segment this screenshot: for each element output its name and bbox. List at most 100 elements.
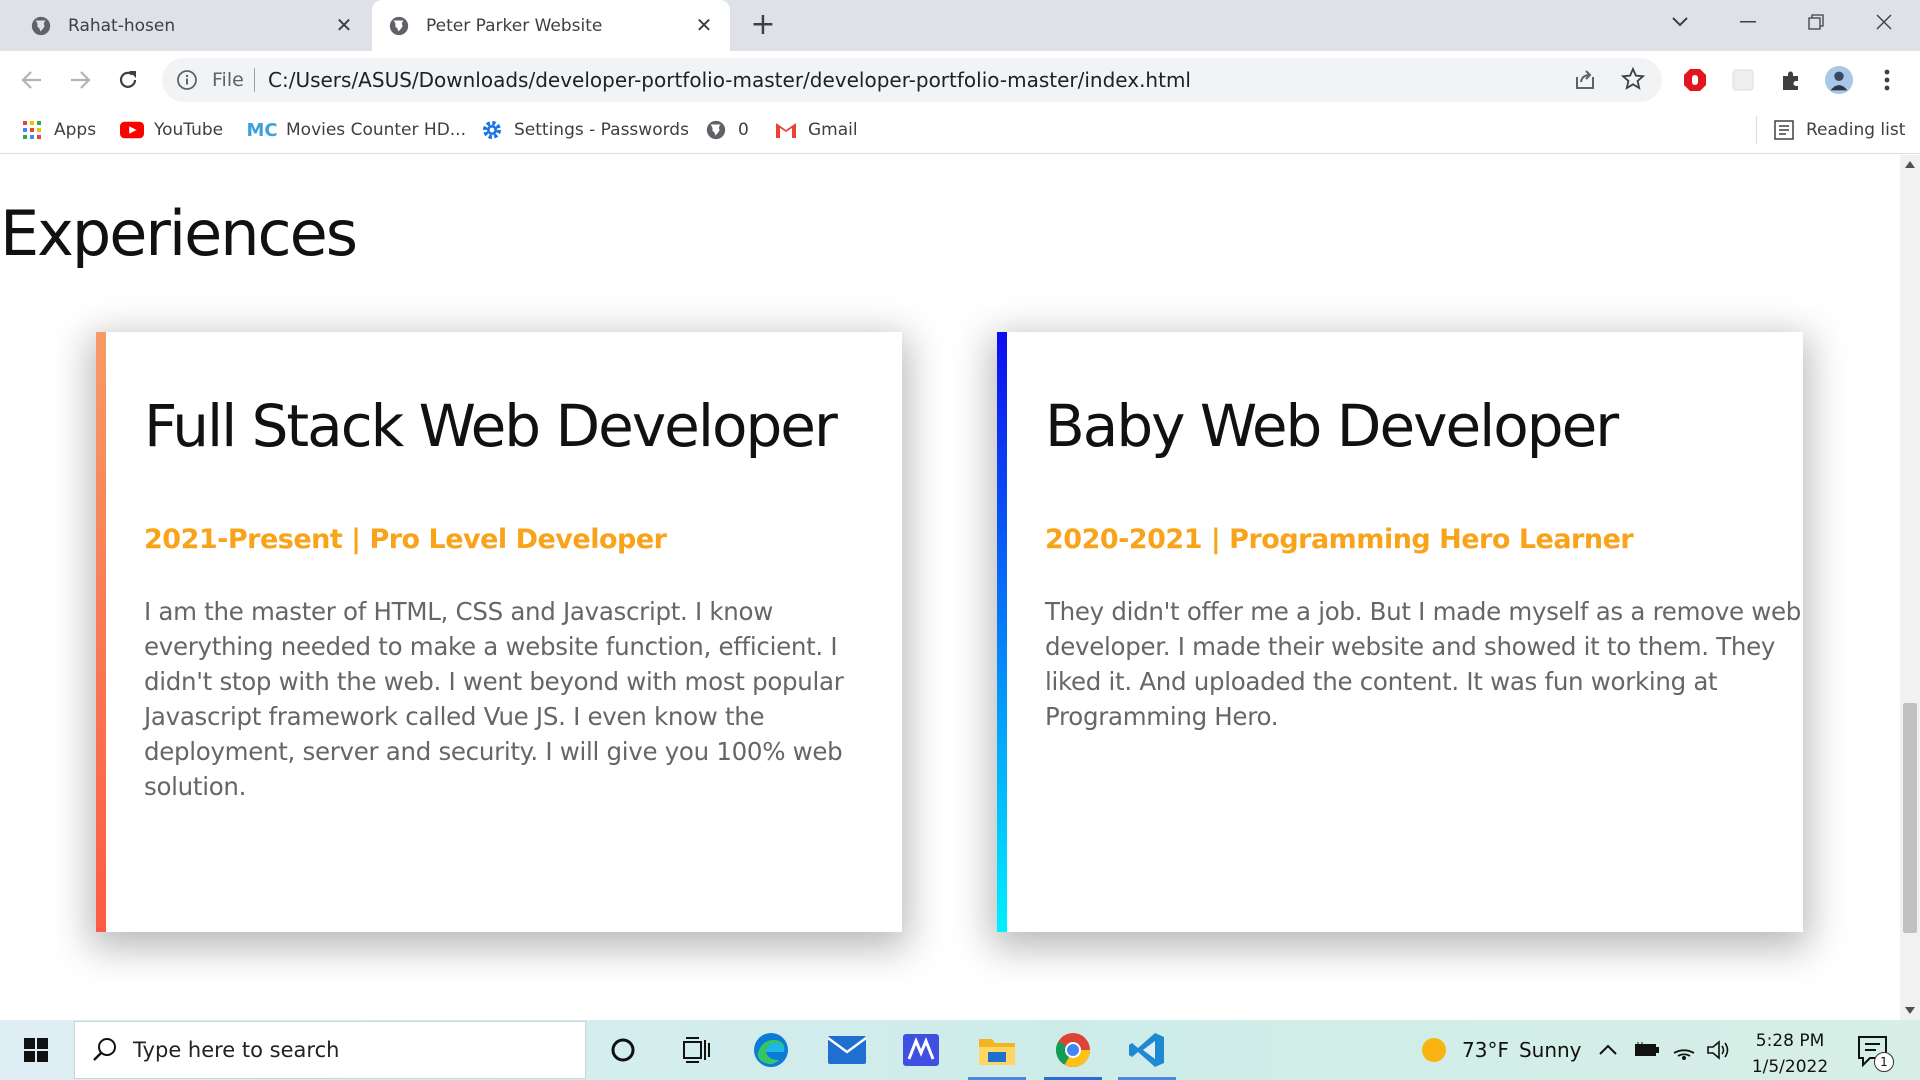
chrome-button[interactable] [1040, 1020, 1106, 1080]
scheme-label: File [212, 69, 244, 91]
battery-icon [1635, 1042, 1659, 1056]
scroll-down-arrow[interactable] [1905, 1007, 1915, 1014]
search-icon [93, 1038, 116, 1061]
close-window-button[interactable] [1856, 0, 1912, 44]
bookmarks-divider [1756, 116, 1757, 144]
weather-widget[interactable]: 73°F Sunny [1420, 1020, 1582, 1080]
notification-count-badge: 1 [1874, 1052, 1894, 1072]
vscode-button[interactable] [1114, 1020, 1180, 1080]
bookmark-zero[interactable]: 0 [704, 108, 749, 152]
tab-peter-parker-website[interactable]: Peter Parker Website ✕ [372, 0, 730, 51]
bookmark-youtube[interactable]: YouTube [120, 108, 223, 152]
clock-date: 1/5/2022 [1751, 1057, 1829, 1077]
reload-button[interactable] [110, 63, 146, 97]
close-icon[interactable]: ✕ [332, 13, 356, 37]
close-icon[interactable]: ✕ [692, 13, 716, 37]
cortana-circle-icon [611, 1038, 635, 1062]
app-button[interactable] [888, 1020, 954, 1080]
edge-icon [754, 1033, 788, 1067]
minimize-button[interactable] [1720, 0, 1776, 44]
globe-icon [389, 16, 409, 35]
new-tab-button[interactable]: + [747, 10, 779, 42]
card-description: I am the master of HTML, CSS and Javascr… [144, 597, 844, 801]
profile-avatar[interactable] [1824, 65, 1854, 95]
windows-logo-icon [24, 1038, 48, 1062]
speaker-icon [1707, 1040, 1729, 1060]
cortana-button[interactable] [590, 1020, 656, 1080]
bookmark-label: Movies Counter HD... [286, 120, 466, 140]
battery-button[interactable] [1634, 1020, 1660, 1080]
forward-button[interactable] [62, 63, 98, 97]
tab-rahat-hosen[interactable]: Rahat-hosen ✕ [0, 0, 370, 51]
bookmark-settings-passwords[interactable]: Settings - Passwords [480, 108, 689, 152]
address-divider [254, 68, 255, 92]
experience-card: Baby Web Developer 2020-2021 | Programmi… [997, 332, 1803, 932]
edge-browser-button[interactable] [738, 1020, 804, 1080]
card-accent-bar [96, 332, 106, 932]
web-page: Experiences Full Stack Web Developer 202… [0, 155, 1900, 1020]
back-button[interactable] [14, 63, 50, 97]
adblock-extension-icon[interactable] [1680, 65, 1710, 95]
bookmark-gmail[interactable]: Gmail [774, 108, 858, 152]
bookmark-apps[interactable]: Apps [20, 108, 96, 152]
reading-list-icon [1772, 118, 1796, 142]
gmail-icon [774, 118, 798, 142]
bookmark-star-icon[interactable] [1620, 66, 1646, 92]
vscode-icon [1129, 1033, 1164, 1067]
info-icon[interactable] [176, 69, 198, 91]
youtube-icon [120, 118, 144, 142]
bookmark-label: Gmail [808, 120, 858, 140]
start-button[interactable] [14, 1034, 58, 1066]
bookmark-label: Apps [54, 120, 97, 140]
restore-button[interactable] [1788, 0, 1844, 44]
scroll-up-arrow[interactable] [1905, 161, 1915, 168]
clock-time: 5:28 PM [1755, 1031, 1825, 1051]
vertical-scrollbar[interactable] [1900, 155, 1920, 1020]
app-m-icon [903, 1034, 939, 1066]
sun-icon [1422, 1038, 1446, 1062]
weather-condition: Sunny [1518, 1038, 1582, 1062]
extension-placeholder-icon[interactable] [1728, 65, 1758, 95]
tab-search-icon[interactable] [1652, 0, 1708, 44]
experience-card: Full Stack Web Developer 2021-Present | … [96, 332, 902, 932]
reading-list-label: Reading list [1806, 120, 1906, 140]
search-placeholder: Type here to search [133, 1038, 340, 1062]
volume-button[interactable] [1706, 1020, 1730, 1080]
bookmarks-bar: Apps YouTube MC Movies Counter HD... Set… [0, 108, 1920, 154]
mail-icon [827, 1036, 867, 1064]
globe-icon [704, 118, 728, 142]
scrollbar-thumb[interactable] [1903, 703, 1917, 933]
taskbar-search[interactable]: Type here to search [74, 1021, 586, 1079]
network-button[interactable] [1672, 1020, 1696, 1080]
share-icon[interactable] [1572, 67, 1598, 93]
folder-icon [979, 1039, 1015, 1065]
reading-list-button[interactable]: Reading list [1772, 108, 1905, 152]
url-text[interactable]: C:/Users/ASUS/Downloads/developer-portfo… [268, 68, 1191, 92]
card-subtitle: 2020-2021 | Programming Hero Learner [1045, 524, 1634, 555]
card-title: Full Stack Web Developer [144, 392, 838, 460]
bookmark-label: Settings - Passwords [514, 120, 689, 140]
address-bar[interactable]: File C:/Users/ASUS/Downloads/developer-p… [162, 58, 1662, 102]
card-subtitle: 2021-Present | Pro Level Developer [144, 524, 667, 555]
menu-kebab-icon[interactable] [1872, 65, 1902, 95]
tab-title: Peter Parker Website [426, 15, 603, 36]
task-view-icon [683, 1037, 710, 1063]
bookmark-label: YouTube [154, 120, 224, 140]
file-explorer-button[interactable] [964, 1020, 1030, 1080]
browser-toolbar: File C:/Users/ASUS/Downloads/developer-p… [0, 51, 1920, 108]
task-view-button[interactable] [664, 1020, 730, 1080]
tab-strip: Rahat-hosen ✕ Peter Parker Website ✕ + [0, 0, 1920, 51]
mail-button[interactable] [814, 1020, 880, 1080]
taskbar-clock[interactable]: 5:28 PM 1/5/2022 [1740, 1028, 1840, 1080]
card-accent-bar [997, 332, 1007, 932]
section-title: Experiences [0, 197, 358, 270]
chrome-icon [1056, 1033, 1090, 1067]
bookmark-movies-counter[interactable]: MC Movies Counter HD... [246, 108, 466, 152]
mc-icon: MC [246, 119, 278, 141]
apps-grid-icon [20, 118, 44, 142]
card-title: Baby Web Developer [1045, 392, 1619, 460]
show-hidden-icons-button[interactable] [1598, 1020, 1618, 1080]
card-description: They didn't offer me a job. But I made m… [1045, 597, 1802, 731]
extensions-puzzle-icon[interactable] [1776, 65, 1806, 95]
wifi-icon [1673, 1049, 1695, 1060]
